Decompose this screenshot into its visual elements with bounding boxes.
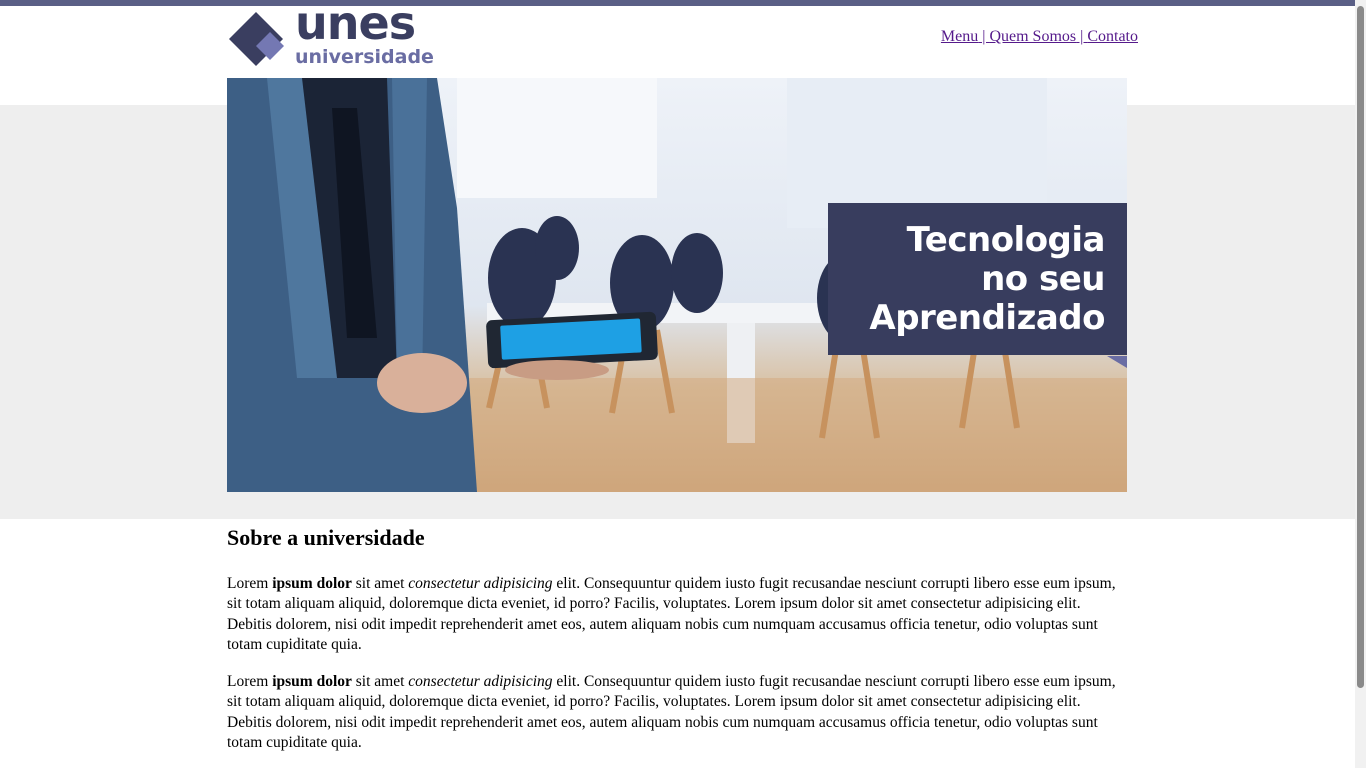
nav-link-quem-somos[interactable]: Quem Somos | — [989, 28, 1087, 45]
about-paragraph: Lorem ipsum dolor sit amet consectetur a… — [227, 575, 1116, 654]
hero-banner: Tecnologia no seu Aprendizado — [227, 78, 1127, 492]
about-paragraph: Lorem ipsum dolor sit amet consectetur a… — [227, 673, 1116, 752]
hero-headline-line-2: no seu — [981, 259, 1105, 299]
nav-link-menu[interactable]: Menu | — [941, 28, 990, 45]
logo-subtitle: universidade — [295, 46, 434, 68]
section-title: Sobre a universidade — [227, 525, 425, 550]
nav-link-contato[interactable]: Contato — [1087, 28, 1138, 45]
site-logo[interactable]: unes universidade — [227, 0, 447, 70]
scrollbar-thumb[interactable] — [1357, 6, 1364, 688]
diamond-logo-icon — [229, 12, 284, 66]
vertical-scrollbar[interactable] — [1355, 0, 1366, 768]
main-nav: Menu | Quem Somos | Contato — [941, 28, 1138, 46]
hero-headline-line-3: Aprendizado — [869, 298, 1105, 338]
hero-headline-line-1: Tecnologia — [906, 220, 1106, 260]
hero-headline-card: Tecnologia no seu Aprendizado — [828, 203, 1127, 355]
logo-wordmark: unes — [295, 0, 416, 50]
